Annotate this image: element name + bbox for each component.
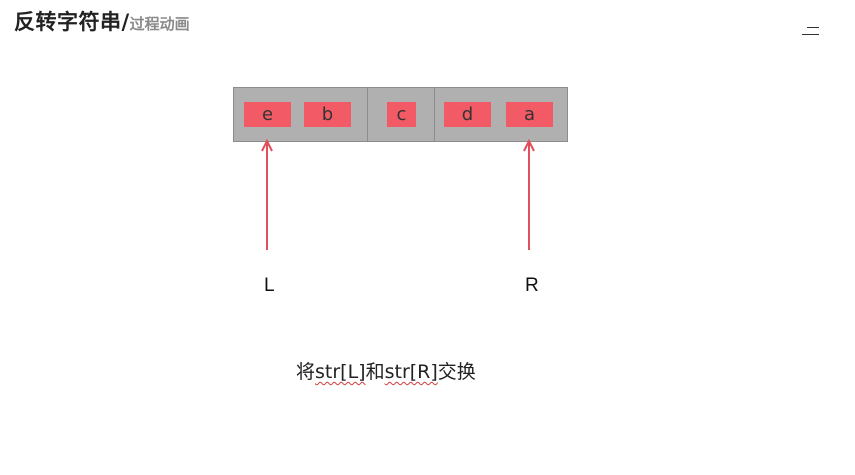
caption-middle: 和 (365, 361, 385, 383)
caption-left-expr: str[L] (315, 361, 366, 383)
right-pointer-label: R (525, 275, 539, 296)
caption-suffix: 交换 (437, 361, 476, 383)
left-pointer-arrow (261, 138, 273, 250)
right-pointer-arrow (523, 138, 535, 250)
step-caption: 将str[L]和str[R]交换 (296, 357, 476, 384)
caption-right-expr: str[R] (384, 361, 438, 383)
left-pointer-label: L (264, 275, 275, 296)
caption-prefix: 将 (296, 361, 316, 383)
pointer-arrows (261, 138, 535, 250)
